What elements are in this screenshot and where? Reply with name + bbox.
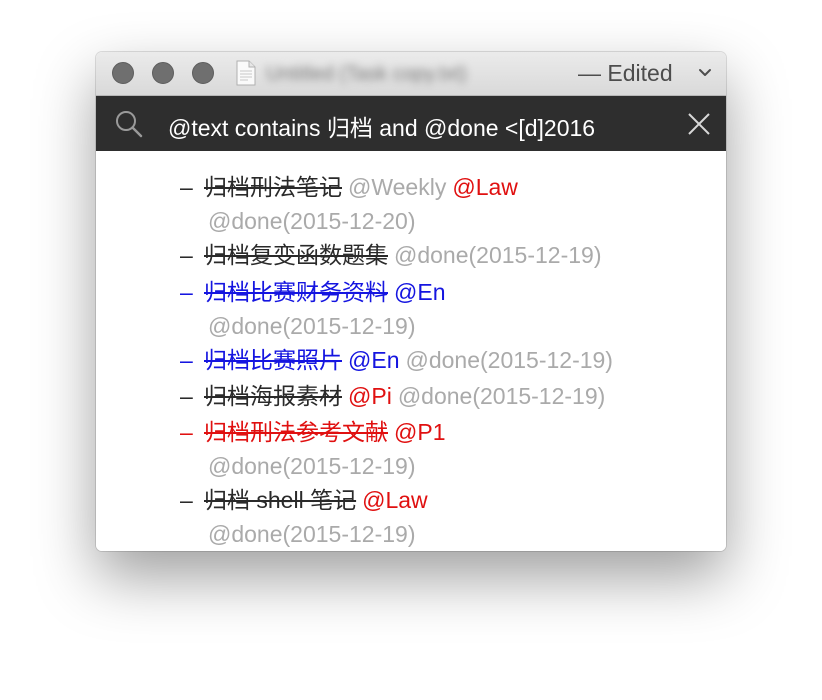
task-text[interactable]: 归档复变函数题集 xyxy=(204,242,388,268)
tag[interactable]: @Pi xyxy=(348,383,392,409)
window-title[interactable]: Untitled (Task copy.txt) xyxy=(266,63,566,85)
task-dash: – xyxy=(180,487,193,513)
list-item[interactable]: – 归档海报素材 @Pi @done(2015-12-19) xyxy=(180,379,720,413)
task-text[interactable]: 归档海报素材 xyxy=(204,383,342,409)
task-list: – 归档刑法笔记 @Weekly @Law @done(2015-12-20) – 归档… xyxy=(96,151,726,551)
search-bar: @text contains 归档 and @done <[d]2016 xyxy=(96,96,726,151)
zoom-window-button[interactable] xyxy=(192,62,214,84)
chevron-down-icon[interactable] xyxy=(698,66,712,80)
list-item[interactable]: – 归档比赛照片 @En @done(2015-12-19) xyxy=(180,343,720,377)
close-window-button[interactable] xyxy=(112,62,134,84)
done-tag[interactable]: @done(2015-12-19) xyxy=(405,347,612,373)
task-dash: – xyxy=(180,347,193,373)
tag[interactable]: @Law xyxy=(362,487,428,513)
list-item[interactable]: – 归档比赛财务资料 @En xyxy=(180,275,720,309)
tag[interactable]: @En xyxy=(348,347,399,373)
task-text[interactable]: 归档比赛照片 xyxy=(204,347,342,373)
tag[interactable]: @Weekly xyxy=(348,174,446,200)
edited-status[interactable]: — Edited xyxy=(578,60,673,87)
task-dash: – xyxy=(180,279,193,305)
task-dash: – xyxy=(180,174,193,200)
search-input[interactable]: @text contains 归档 and @done <[d]2016 xyxy=(168,109,678,143)
task-text[interactable]: 归档比赛财务资料 xyxy=(204,279,388,305)
list-item[interactable]: – 归档刑法参考文献 @P1 xyxy=(180,415,720,449)
done-tag[interactable]: @done(2015-12-19) xyxy=(208,449,415,483)
tag[interactable]: @P1 xyxy=(394,419,445,445)
task-text[interactable]: 归档 shell 笔记 xyxy=(204,487,356,513)
done-tag[interactable]: @done(2015-12-19) xyxy=(208,517,415,551)
list-item[interactable]: – 归档复变函数题集 @done(2015-12-19) xyxy=(180,238,720,272)
search-icon xyxy=(116,111,143,138)
tag[interactable]: @En xyxy=(394,279,445,305)
tag[interactable]: @Law xyxy=(452,174,518,200)
done-tag[interactable]: @done(2015-12-20) xyxy=(208,204,415,238)
clear-search-icon[interactable] xyxy=(686,111,712,137)
document-icon xyxy=(236,60,256,86)
done-tag[interactable]: @done(2015-12-19) xyxy=(208,309,415,343)
list-item[interactable]: – 归档 shell 笔记 @Law xyxy=(180,483,720,517)
editor-window: Untitled (Task copy.txt) — Edited @text … xyxy=(96,52,726,551)
task-text[interactable]: 归档刑法笔记 xyxy=(204,174,342,200)
done-tag[interactable]: @done(2015-12-19) xyxy=(398,383,605,409)
done-tag[interactable]: @done(2015-12-19) xyxy=(394,242,601,268)
title-bar[interactable]: Untitled (Task copy.txt) — Edited xyxy=(96,52,726,96)
task-dash: – xyxy=(180,419,193,445)
task-text[interactable]: 归档刑法参考文献 xyxy=(204,419,388,445)
list-item[interactable]: – 归档刑法笔记 @Weekly @Law xyxy=(180,170,720,204)
minimize-window-button[interactable] xyxy=(152,62,174,84)
task-dash: – xyxy=(180,383,193,409)
task-dash: – xyxy=(180,242,193,268)
